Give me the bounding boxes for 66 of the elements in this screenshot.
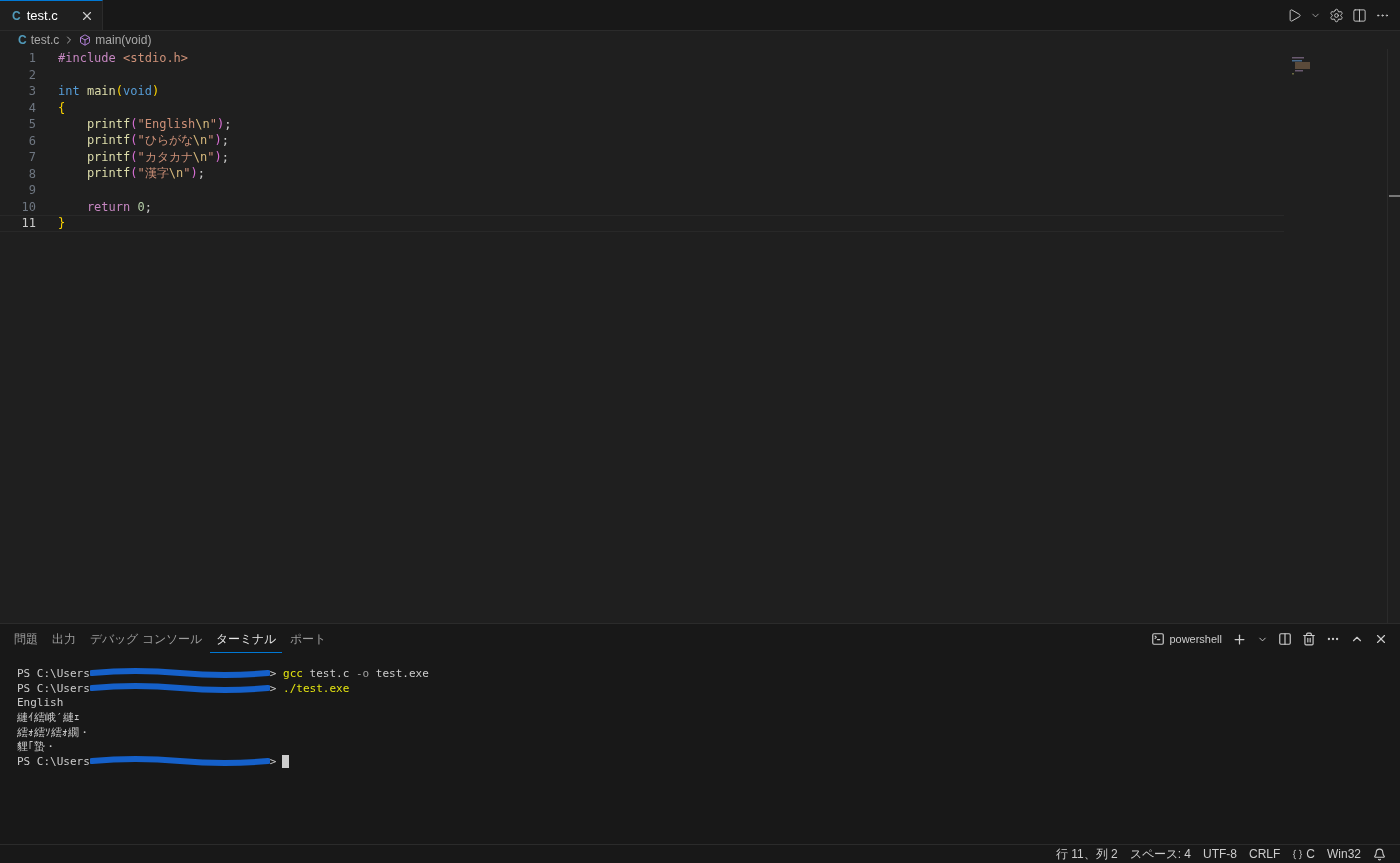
line-number: 5 bbox=[27, 117, 36, 132]
code-line: } bbox=[58, 216, 66, 231]
option-text: -o bbox=[356, 666, 370, 680]
status-text[interactable]: CRLF bbox=[1248, 847, 1281, 861]
code-line: #include <stdio.h> bbox=[58, 51, 189, 66]
c-file-icon: C bbox=[12, 8, 21, 23]
code-line: printf("English\n"); bbox=[85, 117, 232, 132]
panel-tab[interactable]: 出力 bbox=[46, 625, 82, 653]
prompt-text: > bbox=[269, 681, 277, 695]
terminal-output: 縺ｲ繧峨′縺ｪ bbox=[17, 709, 80, 725]
terminal-output: English bbox=[17, 696, 64, 710]
c-file-icon: C bbox=[18, 33, 27, 47]
line-number: 1 bbox=[27, 51, 36, 66]
terminal-output: 繧ｫ繧ｿ繧ｫ繝・ bbox=[17, 724, 90, 740]
cube-icon bbox=[79, 34, 92, 46]
line-number: 7 bbox=[27, 150, 36, 165]
scrollbar-marker bbox=[1389, 195, 1400, 197]
editor-tab[interactable]: C test.c bbox=[0, 0, 103, 30]
prompt-text: PS C:\Users bbox=[17, 754, 90, 768]
close-icon[interactable] bbox=[1374, 632, 1388, 646]
split-editor-icon[interactable] bbox=[1352, 7, 1367, 23]
code-line: printf("カタカナ\n"); bbox=[85, 148, 229, 166]
run-icon[interactable] bbox=[1287, 7, 1302, 23]
code-line: printf("ひらがな\n"); bbox=[85, 132, 229, 150]
trash-icon[interactable] bbox=[1302, 632, 1316, 646]
line-number: 4 bbox=[27, 100, 36, 115]
bell-icon[interactable] bbox=[1373, 847, 1386, 861]
line-number: 9 bbox=[27, 183, 36, 198]
settings-icon[interactable] bbox=[1329, 7, 1344, 23]
code-line: return 0; bbox=[85, 199, 152, 214]
status-text[interactable]: C bbox=[1306, 847, 1315, 861]
panel-tab[interactable]: 問題 bbox=[8, 625, 44, 653]
command-text: ./test.exe bbox=[283, 681, 350, 695]
terminal-output: 貍｢蟄・ bbox=[17, 739, 56, 755]
prompt-text: > bbox=[269, 754, 277, 768]
line-number: 8 bbox=[27, 166, 36, 181]
status-text[interactable]: 行 11、列 2 bbox=[1055, 845, 1118, 863]
status-text[interactable]: UTF-8 bbox=[1202, 847, 1237, 861]
tab-label: test.c bbox=[26, 8, 59, 23]
panel-tab[interactable]: ターミナル bbox=[209, 625, 282, 653]
breadcrumb-item[interactable]: main(void) bbox=[95, 33, 152, 47]
code-line: printf("漢字\n"); bbox=[85, 165, 205, 183]
prompt-text: > bbox=[269, 666, 277, 680]
code-line: { bbox=[58, 100, 66, 115]
prompt-text: PS C:\Users bbox=[17, 666, 90, 680]
command-text: gcc bbox=[283, 666, 303, 680]
terminal-icon bbox=[1151, 632, 1166, 646]
split-terminal-icon[interactable] bbox=[1278, 632, 1292, 646]
shell-name[interactable]: powershell bbox=[1169, 633, 1222, 645]
command-argument: test.exe bbox=[375, 666, 429, 680]
line-number: 3 bbox=[27, 84, 36, 99]
braces-icon bbox=[1292, 848, 1304, 860]
line-number: 6 bbox=[27, 133, 36, 148]
minimap-drawing[interactable] bbox=[1292, 57, 1312, 77]
panel-tab[interactable]: ポート bbox=[283, 625, 332, 653]
status-text[interactable]: Win32 bbox=[1327, 847, 1361, 861]
line-number: 10 bbox=[20, 199, 36, 214]
breadcrumb-item[interactable]: test.c bbox=[30, 33, 60, 47]
code-line: int main(void) bbox=[58, 84, 160, 99]
panel-tab[interactable]: デバッグ コンソール bbox=[84, 625, 208, 653]
status-text[interactable]: スペース: 4 bbox=[1129, 845, 1191, 863]
line-number: 2 bbox=[27, 67, 36, 82]
line-number: 11 bbox=[20, 216, 36, 231]
plus-icon[interactable] bbox=[1232, 631, 1247, 647]
prompt-text: PS C:\Users bbox=[17, 681, 90, 695]
command-argument: test.c bbox=[309, 666, 350, 680]
